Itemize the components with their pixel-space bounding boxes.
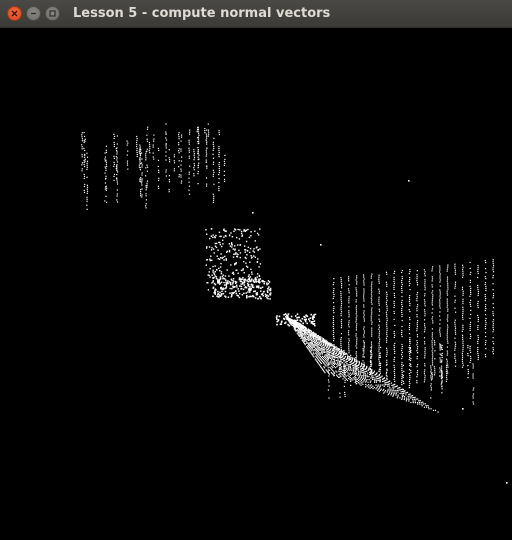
close-button[interactable] (7, 6, 22, 21)
window-controls (7, 6, 60, 21)
close-icon (11, 10, 18, 17)
app-window: Lesson 5 - compute normal vectors (0, 0, 512, 540)
window-title: Lesson 5 - compute normal vectors (73, 6, 331, 21)
minimize-button[interactable] (26, 6, 41, 21)
point-cloud-viewport[interactable] (0, 28, 512, 540)
point-cloud (81, 123, 508, 484)
maximize-button[interactable] (45, 6, 60, 21)
maximize-icon (49, 10, 56, 17)
title-bar[interactable]: Lesson 5 - compute normal vectors (0, 0, 512, 28)
minimize-icon (30, 10, 37, 17)
